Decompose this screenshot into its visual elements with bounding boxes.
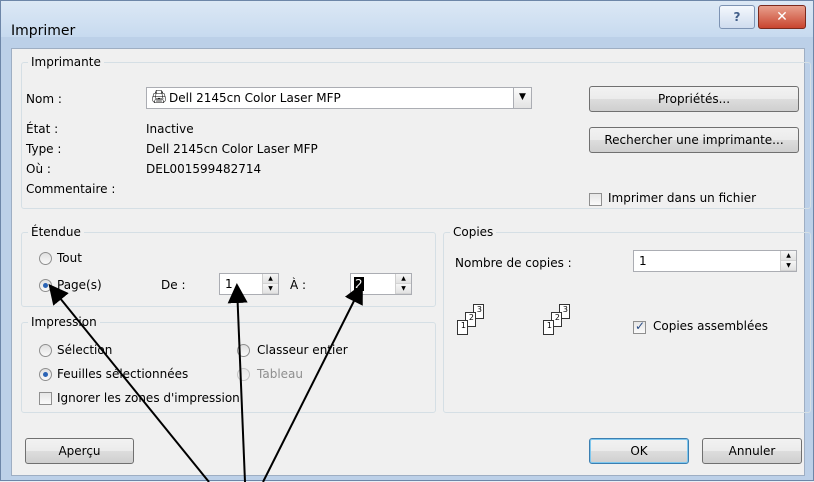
arrow-to-pages-radio [48, 283, 210, 482]
arrow-to-from-field [227, 283, 248, 482]
print-dialog: Imprimer ? ✕ Imprimante Nom : 🖨 Dell 214… [0, 0, 814, 482]
annotation-arrows [48, 283, 363, 482]
arrow-to-to-field [262, 283, 363, 482]
